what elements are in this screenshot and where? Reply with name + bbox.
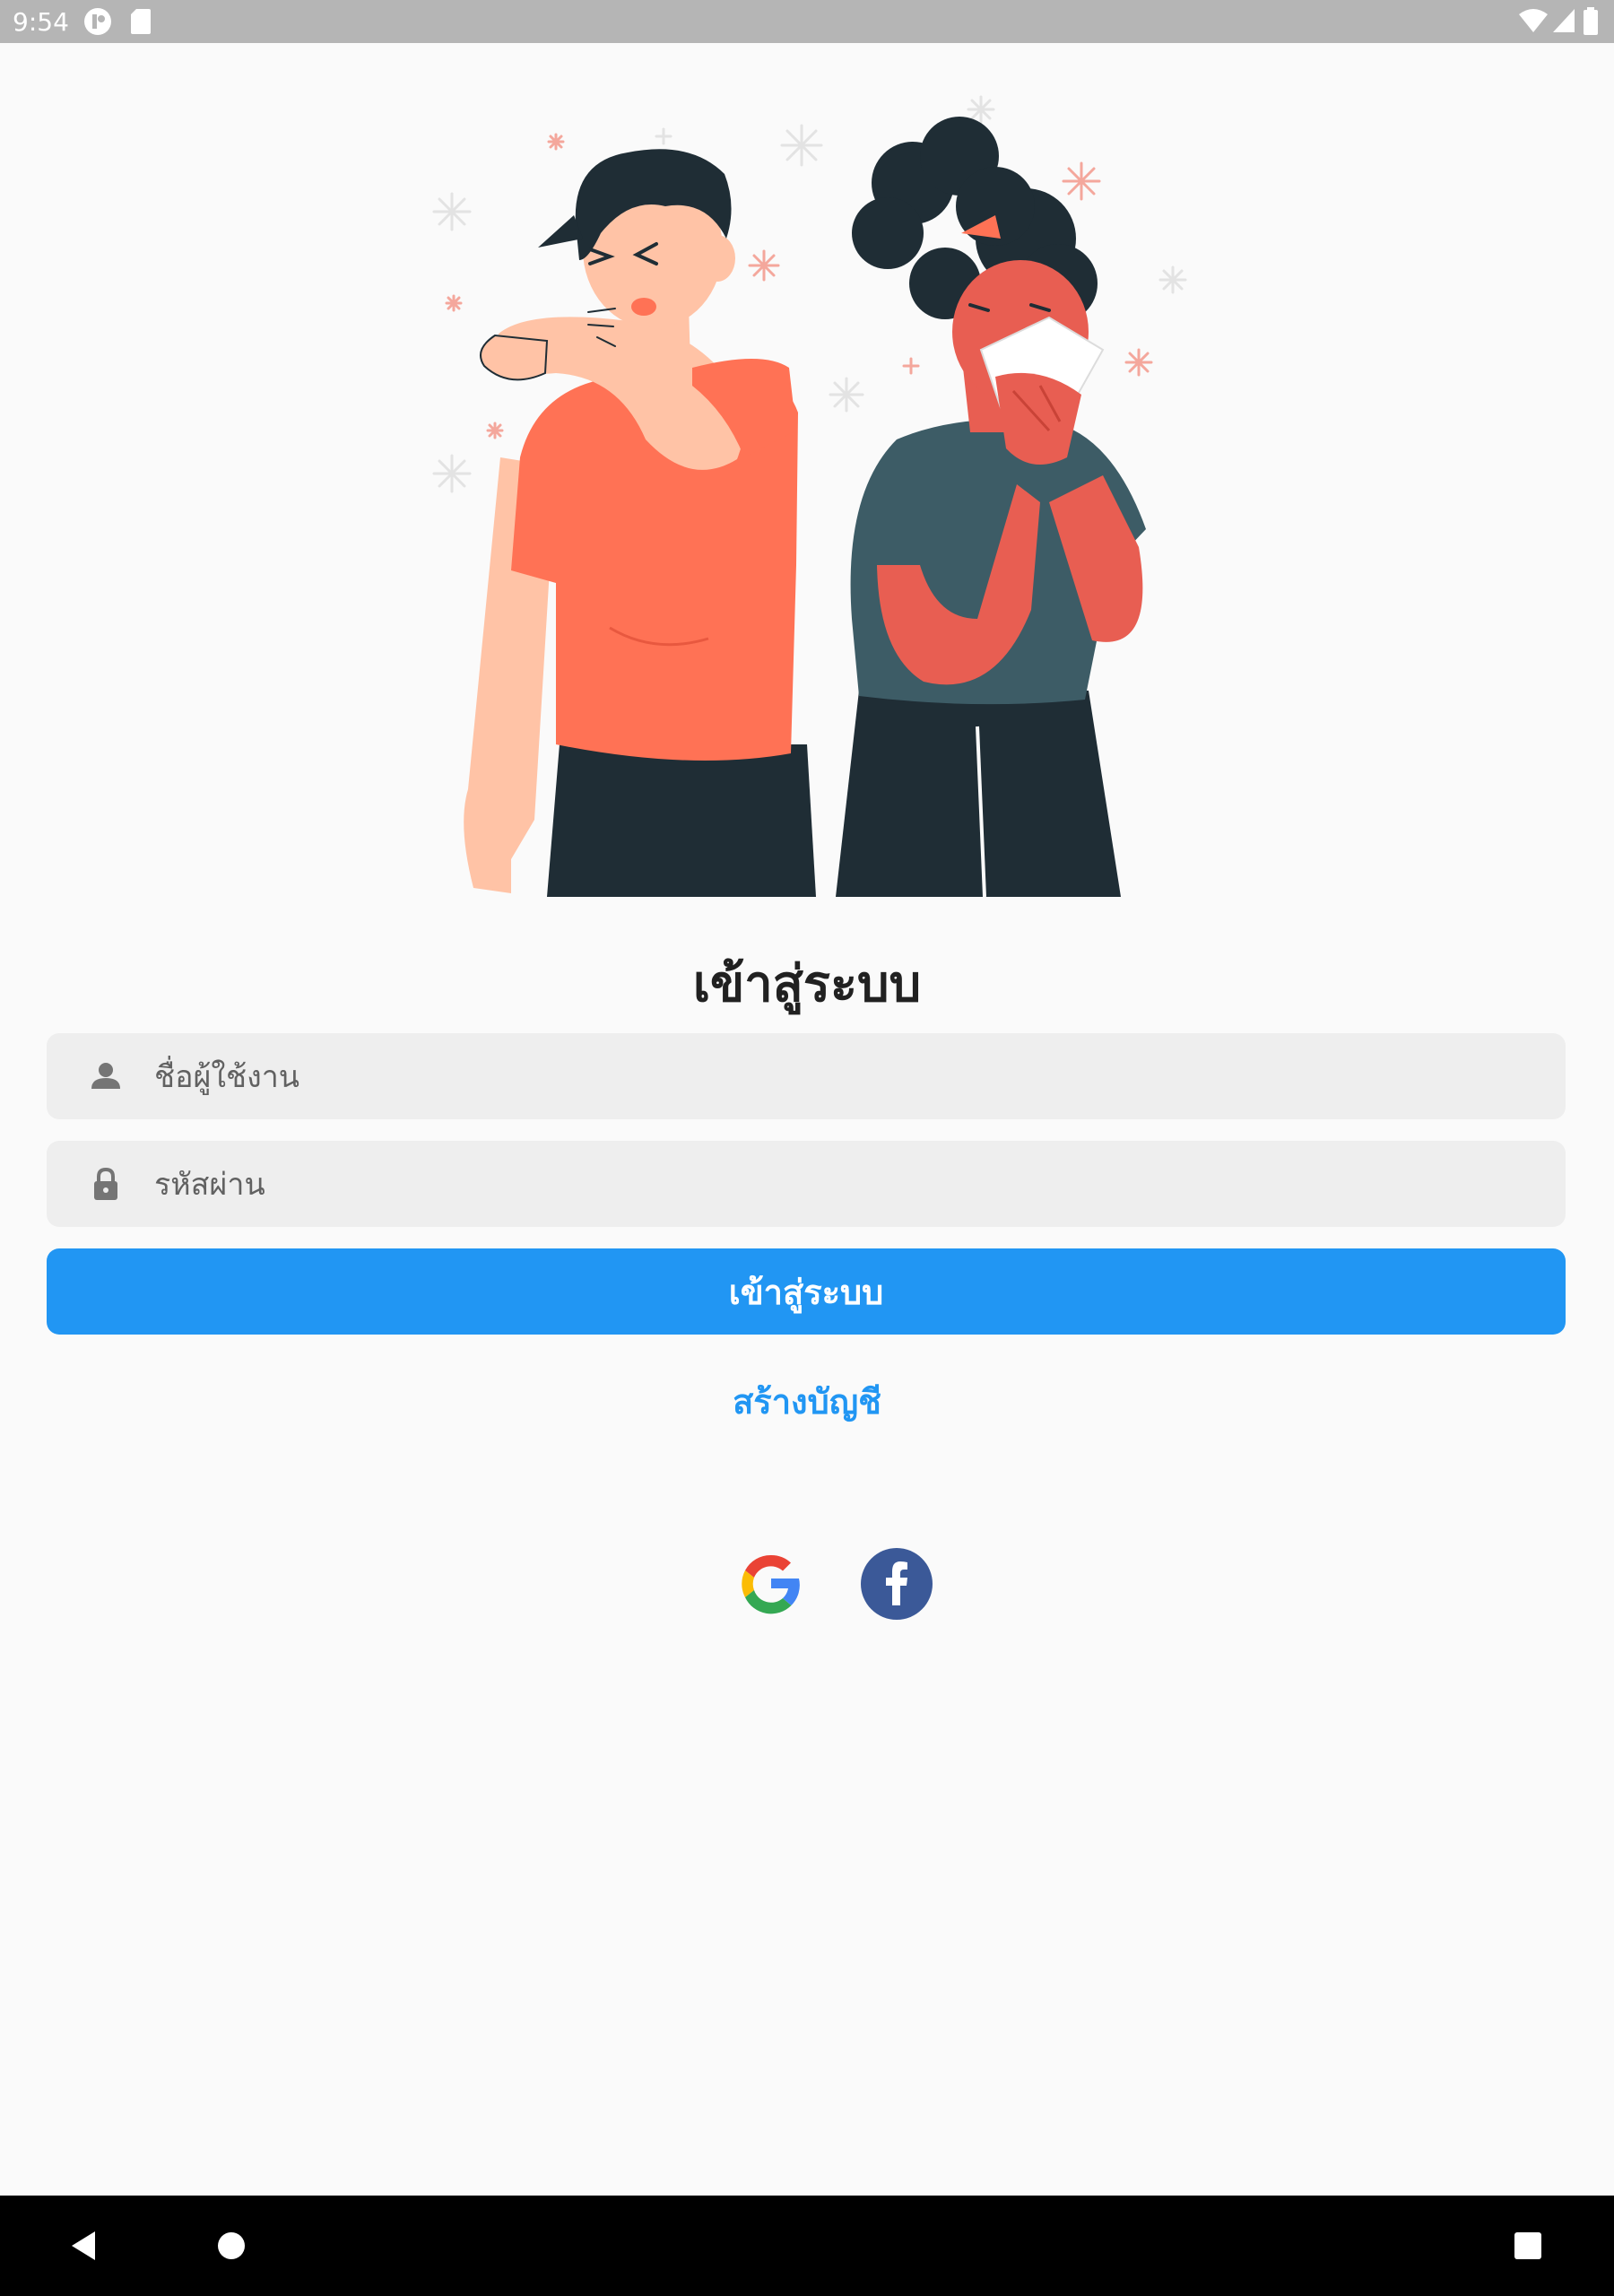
back-icon[interactable] xyxy=(66,2228,102,2264)
app-notification-icon xyxy=(84,8,111,35)
sd-card-icon xyxy=(131,9,151,34)
status-time: 9:54 xyxy=(13,7,69,37)
wifi-icon xyxy=(1519,9,1548,32)
facebook-icon[interactable] xyxy=(859,1546,934,1622)
username-field[interactable] xyxy=(47,1033,1566,1121)
password-field[interactable] xyxy=(47,1141,1566,1229)
person-icon xyxy=(91,1063,120,1089)
login-button[interactable]: เข้าสู่ระบบ xyxy=(47,1248,1566,1335)
sneezing-people-illustration xyxy=(432,95,1187,898)
home-icon[interactable] xyxy=(213,2228,249,2264)
google-icon[interactable] xyxy=(733,1546,809,1622)
navigation-bar xyxy=(0,2196,1614,2296)
lock-icon xyxy=(94,1167,117,1200)
page-title: เข้าสู่ระบบ xyxy=(692,955,922,1013)
create-account-link[interactable]: สร้างบัญชี xyxy=(0,1374,1614,1429)
battery-icon xyxy=(1584,7,1598,35)
username-input[interactable] xyxy=(152,1033,1537,1121)
woman-figure xyxy=(836,117,1146,898)
recents-icon[interactable] xyxy=(1510,2228,1546,2264)
cell-signal-icon xyxy=(1553,9,1575,32)
password-input[interactable] xyxy=(152,1141,1537,1229)
status-bar: 9:54 xyxy=(0,0,1614,43)
